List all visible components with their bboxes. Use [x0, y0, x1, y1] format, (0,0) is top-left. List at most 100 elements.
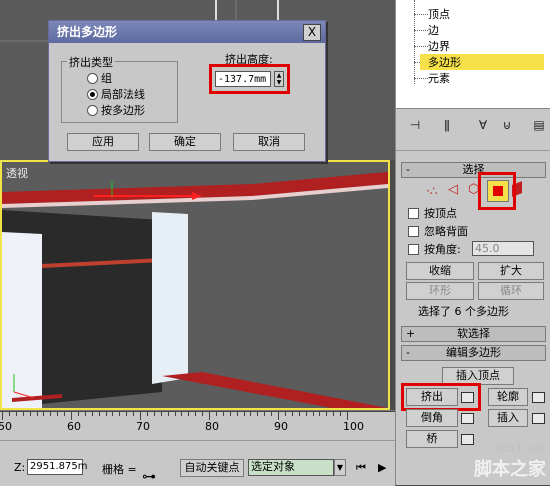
selection-rollout-header[interactable]: - 选择: [401, 162, 546, 178]
key-icon[interactable]: ⊶: [142, 469, 156, 485]
inset-button[interactable]: 插入: [488, 409, 528, 427]
timeline-minor-tick: [229, 412, 231, 416]
angle-input[interactable]: 45.0: [472, 241, 534, 256]
radio-local-normal-option[interactable]: [87, 89, 98, 100]
timeline-tick-label: 80: [205, 420, 219, 433]
extrude-polygons-dialog: 挤出多边形 X 挤出类型 组 局部法线 按多边形 挤出高度: -137.7mm …: [48, 20, 326, 162]
timeline-tick-label: 100: [343, 420, 364, 433]
bevel-settings-icon[interactable]: [461, 413, 474, 424]
expand-sign: +: [406, 327, 416, 340]
remove-modifier-icon[interactable]: ⊍: [500, 118, 514, 132]
show-end-result-icon[interactable]: ǁ: [440, 118, 454, 132]
outline-settings-icon[interactable]: [532, 392, 545, 403]
tree-connector: [414, 46, 428, 47]
tree-item-element[interactable]: 元素: [428, 70, 450, 86]
watermark-url: jb51.net: [496, 441, 546, 455]
timeline-minor-tick: [153, 412, 155, 416]
timeline-minor-tick: [146, 412, 148, 416]
outline-button[interactable]: 轮廓: [488, 388, 528, 406]
group-label: 挤出类型: [67, 54, 115, 70]
ok-button[interactable]: 确定: [149, 133, 221, 151]
timeline-minor-tick: [298, 412, 300, 416]
apply-button[interactable]: 应用: [67, 133, 139, 151]
perspective-viewport[interactable]: 透视: [0, 160, 390, 410]
command-panel: 顶点 边 边界 多边形 元素 ⊣ ǁ ∀ ⊍ ▤ - 选择 ·∴ ◁ ⬡ 按顶点…: [395, 0, 550, 485]
configure-sets-icon[interactable]: ▤: [532, 118, 546, 132]
timeline-minor-tick: [105, 412, 107, 416]
timeline-minor-tick: [305, 412, 307, 416]
timeline-minor-tick: [77, 412, 79, 416]
highlight-box: [401, 383, 481, 411]
play-icon[interactable]: ▶: [378, 461, 386, 474]
bridge-button[interactable]: 桥: [406, 430, 458, 448]
radio-by-polygon-label: 按多边形: [101, 104, 145, 117]
make-unique-icon[interactable]: ∀: [476, 118, 490, 132]
collapse-sign: -: [406, 346, 410, 359]
ring-button[interactable]: 环形: [406, 282, 474, 300]
pin-stack-icon[interactable]: ⊣: [408, 118, 422, 132]
timeline-minor-tick: [340, 412, 342, 416]
timeline-minor-tick: [50, 412, 52, 416]
highlight-box: [209, 64, 290, 94]
tree-item-edge[interactable]: 边: [428, 22, 439, 38]
highlight-box: [478, 172, 516, 210]
bevel-button[interactable]: 倒角: [406, 409, 458, 427]
loop-button[interactable]: 循环: [478, 282, 544, 300]
selected-object-dropdown[interactable]: 选定对象: [248, 459, 334, 476]
timeline[interactable]: 50 60 70 80 90 100: [0, 410, 395, 441]
shrink-button[interactable]: 收缩: [406, 262, 474, 280]
radio-by-polygon-option[interactable]: [87, 105, 98, 116]
pillar: [152, 212, 188, 384]
grow-button[interactable]: 扩大: [478, 262, 544, 280]
chevron-down-icon[interactable]: ▼: [334, 459, 346, 476]
z-coordinate-input[interactable]: 2951.875m: [27, 459, 87, 475]
dialog-title[interactable]: 挤出多边形: [49, 21, 325, 43]
auto-key-button[interactable]: 自动关键点: [180, 459, 244, 477]
edge-mode-icon[interactable]: ◁: [448, 182, 458, 197]
timeline-tick-mark: [71, 412, 72, 420]
timeline-minor-tick: [64, 412, 66, 416]
edit-polygons-rollout-header[interactable]: - 编辑多边形: [401, 345, 546, 361]
timeline-minor-tick: [43, 412, 45, 416]
timeline-minor-tick: [133, 412, 135, 416]
timeline-minor-tick: [29, 412, 31, 416]
timeline-minor-tick: [57, 412, 59, 416]
tree-item-vertex[interactable]: 顶点: [428, 6, 450, 22]
timeline-minor-tick: [257, 412, 259, 416]
radio-local-normal-label: 局部法线: [101, 88, 145, 101]
ignore-backfacing-checkbox[interactable]: [408, 226, 419, 237]
timeline-tick-mark: [2, 412, 3, 420]
timeline-minor-tick: [22, 412, 24, 416]
timeline-minor-tick: [119, 412, 121, 416]
tree-connector: [414, 14, 428, 15]
watermark: jb51.net 脚本之家: [474, 441, 546, 481]
collapse-sign: -: [406, 163, 410, 176]
by-vertex-checkbox[interactable]: [408, 208, 419, 219]
inset-settings-icon[interactable]: [532, 413, 545, 424]
status-bar: Z: 2951.875m 栅格 = ⊶ 自动关键点 选定对象 ▼ ⏮ ▶: [0, 440, 395, 486]
tree-connector: [414, 78, 428, 79]
tree-item-polygon[interactable]: 多边形: [420, 54, 544, 70]
grid-label: 栅格 =: [102, 463, 137, 476]
timeline-minor-tick: [215, 412, 217, 416]
timeline-minor-tick: [236, 412, 238, 416]
timeline-minor-tick: [15, 412, 17, 416]
bridge-settings-icon[interactable]: [461, 434, 474, 445]
timeline-minor-tick: [250, 412, 252, 416]
close-button[interactable]: X: [303, 24, 321, 41]
tree-item-border[interactable]: 边界: [428, 38, 450, 54]
timeline-minor-tick: [222, 412, 224, 416]
go-to-start-icon[interactable]: ⏮: [356, 461, 366, 475]
soft-selection-rollout-header[interactable]: + 软选择: [401, 326, 546, 342]
radio-group-option[interactable]: [87, 73, 98, 84]
selection-status-text: 选择了 6 个多边形: [418, 305, 509, 318]
vertex-mode-icon[interactable]: ·∴: [426, 184, 437, 198]
timeline-minor-tick: [8, 412, 10, 416]
viewport-scene: [2, 172, 388, 408]
timeline-minor-tick: [98, 412, 100, 416]
timeline-minor-tick: [333, 412, 335, 416]
cancel-button[interactable]: 取消: [233, 133, 305, 151]
by-angle-label: 按角度:: [424, 243, 461, 256]
timeline-tick-mark: [209, 412, 210, 420]
by-angle-checkbox[interactable]: [408, 244, 419, 255]
